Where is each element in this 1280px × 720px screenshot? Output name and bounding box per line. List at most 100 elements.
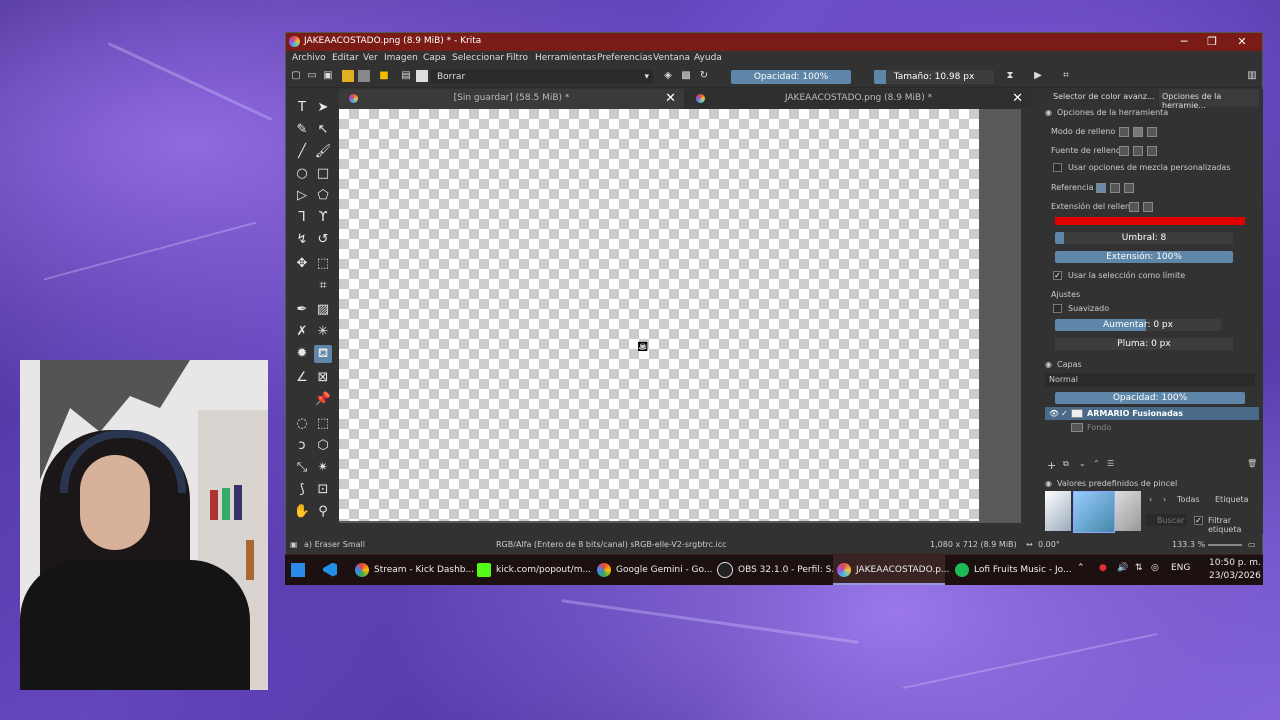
wrap-around-icon[interactable]: ⌗	[1060, 70, 1072, 82]
fg-color-source-icon[interactable]	[1119, 146, 1129, 156]
eraser-mode-icon[interactable]: ◈	[662, 70, 674, 82]
taskbar-item-stream[interactable]: Stream - Kick Dashb...	[355, 555, 474, 585]
collapse-icon[interactable]: ◉	[1045, 108, 1052, 117]
taskbar-item-spotify[interactable]: Lofi Fruits Music - Jo...	[955, 555, 1072, 585]
workspace-icon[interactable]: ▥	[1246, 70, 1258, 82]
taskbar-item-kick[interactable]: kick.com/popout/m...	[477, 555, 591, 585]
bezier-select-tool-icon[interactable]: ⟆	[293, 481, 311, 499]
labeled-layers-ref-icon[interactable]	[1124, 183, 1134, 193]
brush-preset-icon[interactable]	[416, 70, 428, 82]
freehand-select-tool-icon[interactable]: ↄ	[293, 437, 311, 455]
collapse-icon[interactable]: ◉	[1045, 360, 1052, 369]
microphone-icon[interactable]: ●	[1099, 563, 1107, 573]
bg-color-source-icon[interactable]	[1133, 146, 1143, 156]
zoom-slider[interactable]	[1208, 544, 1242, 546]
smart-patch-tool-icon[interactable]: ✗	[293, 323, 311, 341]
enclose-fill-tool-icon[interactable]: ✹	[293, 345, 311, 363]
custom-blend-checkbox[interactable]	[1053, 163, 1062, 172]
magnetic-select-tool-icon[interactable]: ⊡	[314, 481, 332, 499]
fill-tool-icon[interactable]: ⛾	[314, 345, 332, 363]
opacity-slider[interactable]: Opacidad: 100%	[731, 70, 851, 84]
grow-slider[interactable]: Aumentar: 0 px	[1055, 319, 1221, 331]
delete-layer-icon[interactable]: 🗑	[1247, 459, 1257, 468]
alpha-lock-icon[interactable]: ▩	[680, 70, 692, 82]
colorize-mask-tool-icon[interactable]: ✳	[314, 323, 332, 341]
volume-icon[interactable]: 🔊	[1117, 563, 1128, 573]
move-tool-icon[interactable]: ✥	[293, 255, 311, 273]
filter-tag-checkbox[interactable]: ✓	[1194, 516, 1203, 525]
fill-contiguous-icon[interactable]	[1133, 127, 1143, 137]
foreground-color-swatch[interactable]	[342, 70, 354, 82]
minimize-button[interactable]: ─	[1170, 34, 1198, 50]
rectangle-select-tool-icon[interactable]: ⬚	[314, 415, 332, 433]
background-color-swatch[interactable]	[358, 70, 370, 82]
menu-preferencias[interactable]: Preferencias	[597, 53, 652, 63]
brush-preset-selector[interactable]: Borrar ▾	[431, 70, 653, 84]
tab-jakeaacostado[interactable]: JAKEAACOSTADO.png (8.9 MiB) * ✕	[686, 89, 1031, 109]
layer-opacity-slider[interactable]: Opacidad: 100%	[1055, 392, 1245, 404]
mirror-vertical-icon[interactable]: ▶	[1032, 70, 1044, 82]
reference-images-tool-icon[interactable]: 📌	[314, 391, 332, 409]
duplicate-layer-icon[interactable]: ⧉	[1063, 459, 1069, 469]
magic-wand-tool-icon[interactable]: ✴	[314, 459, 332, 477]
extent-similar-icon[interactable]	[1129, 202, 1139, 212]
collapse-icon[interactable]: ◉	[1045, 479, 1052, 488]
brush-thumbnail-selected[interactable]	[1073, 491, 1115, 533]
menu-filtro[interactable]: Filtro	[506, 53, 528, 63]
pan-tool-icon[interactable]: ✋	[293, 503, 311, 521]
start-button[interactable]	[291, 555, 315, 585]
new-document-icon[interactable]: ▢	[290, 70, 302, 82]
use-selection-checkbox[interactable]: ✓	[1053, 271, 1062, 280]
tab-unsaved[interactable]: [Sin guardar] (58.5 MiB) * ✕	[339, 89, 684, 109]
gradient-tool-icon[interactable]: ▨	[314, 301, 332, 319]
maximize-button[interactable]: ❐	[1198, 34, 1226, 50]
bezier-tool-icon[interactable]: Ꞁ	[293, 209, 311, 227]
clock-time[interactable]: 10:50 p. m.	[1209, 558, 1261, 568]
menu-capa[interactable]: Capa	[423, 53, 446, 63]
transparent-canvas[interactable]	[339, 109, 979, 521]
text-tool-icon[interactable]: T	[293, 99, 311, 117]
assistant-tool-icon[interactable]: ⊠	[314, 369, 332, 387]
language-indicator[interactable]: ENG	[1171, 563, 1190, 573]
menu-imagen[interactable]: Imagen	[384, 53, 418, 63]
search-input[interactable]: Buscar	[1145, 514, 1187, 526]
taskbar-item-obs[interactable]: OBS 32.1.0 - Perfil: S...	[717, 555, 840, 585]
vscode-taskbar-icon[interactable]	[323, 555, 347, 585]
taskbar-item-krita[interactable]: JAKEAACOSTADO.p...	[833, 555, 950, 585]
visibility-eye-icon[interactable]: 👁	[1049, 409, 1059, 418]
network-icon[interactable]: ⇅	[1135, 563, 1143, 573]
calligraphy-tool-icon[interactable]: ↖	[314, 121, 332, 139]
fill-selection-icon[interactable]	[1147, 127, 1157, 137]
move-down-icon[interactable]: ⌄	[1079, 459, 1086, 468]
menu-editar[interactable]: Editar	[332, 53, 359, 63]
crop-tool-icon[interactable]: ⌗	[314, 277, 332, 295]
pattern-source-icon[interactable]	[1147, 146, 1157, 156]
ellipse-tool-icon[interactable]: ○	[293, 165, 311, 183]
size-slider[interactable]: Tamaño: 10.98 px	[874, 70, 994, 84]
antialias-checkbox[interactable]	[1053, 304, 1062, 313]
line-tool-icon[interactable]: ╱	[293, 143, 311, 161]
layer-row[interactable]: Fondo	[1045, 421, 1255, 434]
color-picker-tool-icon[interactable]: ✒	[293, 301, 311, 319]
menu-ver[interactable]: Ver	[363, 53, 378, 63]
transform-tool-icon[interactable]: ⬚	[314, 255, 332, 273]
multibrush-tool-icon[interactable]: ↺	[314, 231, 332, 249]
polygon-select-tool-icon[interactable]: ⬡	[314, 437, 332, 455]
blend-mode-select[interactable]: Normal	[1045, 373, 1255, 386]
status-zoom[interactable]: 133.3 %	[1172, 540, 1205, 549]
threshold-slider[interactable]: Umbral: 8	[1055, 232, 1233, 244]
close-tab-icon[interactable]: ✕	[665, 91, 676, 106]
add-layer-icon[interactable]: +	[1047, 459, 1056, 472]
edit-shapes-tool-icon[interactable]: ✎	[293, 121, 311, 139]
mirror-horizontal-icon[interactable]: ⧗	[1004, 70, 1016, 82]
extent-boundary-icon[interactable]	[1143, 202, 1153, 212]
contiguous-select-tool-icon[interactable]: ⤡	[293, 459, 311, 477]
close-button[interactable]: ✕	[1228, 34, 1256, 50]
pattern-icon[interactable]: ▤	[400, 70, 412, 82]
chevron-up-icon[interactable]: ⌃	[1077, 563, 1085, 573]
ellipse-select-tool-icon[interactable]: ◌	[293, 415, 311, 433]
canvas-area[interactable]: ⛾	[339, 109, 1031, 523]
menu-archivo[interactable]: Archivo	[292, 53, 326, 63]
boundary-color-swatch[interactable]	[1055, 217, 1245, 225]
gradient-icon[interactable]: ■	[378, 70, 390, 82]
